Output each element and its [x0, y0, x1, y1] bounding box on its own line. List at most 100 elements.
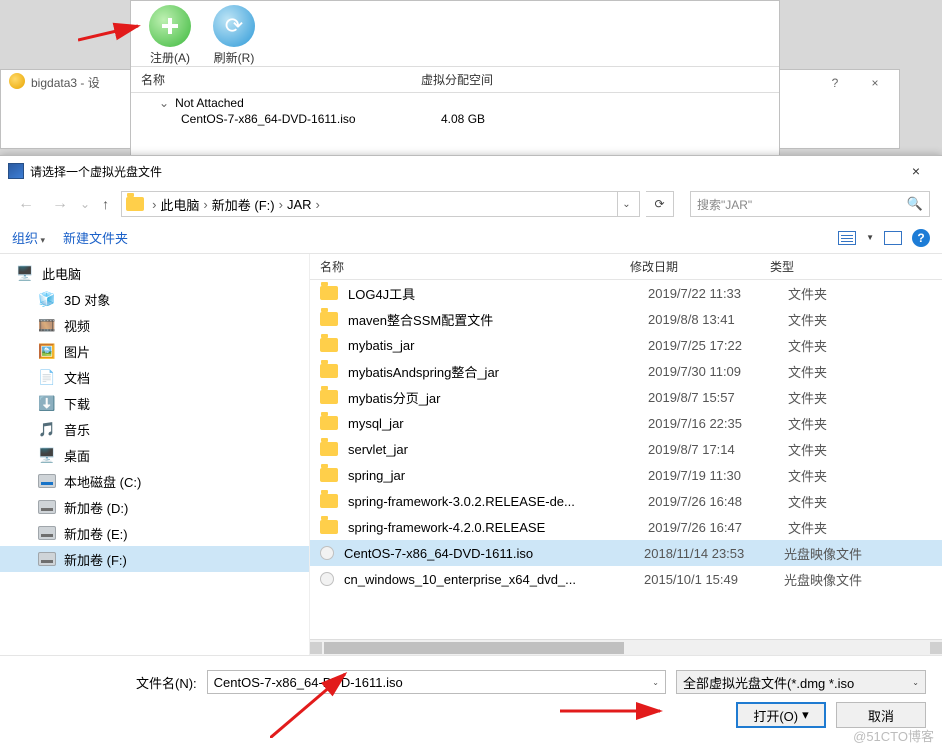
- folder-icon: [126, 197, 144, 211]
- app-icon: [9, 73, 25, 89]
- media-group[interactable]: ⌄ Not Attached: [141, 95, 769, 111]
- file-type: 文件夹: [788, 518, 908, 537]
- file-date: 2019/7/26 16:48: [648, 494, 788, 509]
- file-row[interactable]: spring-framework-3.0.2.RELEASE-de...2019…: [310, 488, 942, 514]
- dialog-close-button[interactable]: ×: [898, 160, 934, 182]
- back-button[interactable]: ←: [12, 191, 40, 217]
- music-icon: [38, 420, 56, 438]
- col-date[interactable]: 修改日期: [630, 258, 770, 275]
- file-name: maven整合SSM配置文件: [348, 310, 648, 329]
- file-row[interactable]: cn_windows_10_enterprise_x64_dvd_...2015…: [310, 566, 942, 592]
- chevron-icon: ›: [199, 197, 211, 212]
- nav-disk-e[interactable]: 新加卷 (E:): [0, 520, 309, 546]
- nav-label: 视频: [64, 316, 90, 335]
- folder-icon: [320, 390, 338, 404]
- file-row[interactable]: servlet_jar2019/8/7 17:14文件夹: [310, 436, 942, 462]
- media-item-name: CentOS-7-x86_64-DVD-1611.iso: [181, 112, 441, 126]
- folder-icon: [320, 364, 338, 378]
- disc-icon: [320, 572, 334, 586]
- file-name: CentOS-7-x86_64-DVD-1611.iso: [344, 546, 644, 561]
- file-row[interactable]: CentOS-7-x86_64-DVD-1611.iso2018/11/14 2…: [310, 540, 942, 566]
- col-name[interactable]: 名称: [320, 258, 630, 275]
- cancel-button[interactable]: 取消: [836, 702, 926, 728]
- refresh-button[interactable]: ⟳: [646, 191, 674, 217]
- file-name: LOG4J工具: [348, 284, 648, 303]
- help-button[interactable]: ?: [815, 72, 855, 94]
- nav-label: 3D 对象: [64, 290, 110, 309]
- refresh-button[interactable]: 刷新(R): [213, 5, 255, 66]
- file-name: mybatisAndspring整合_jar: [348, 362, 648, 381]
- nav-label: 新加卷 (D:): [64, 498, 128, 517]
- navigation-pane: 此电脑 3D 对象 视频 图片 文档 下载 音乐 桌面 本地磁盘 (C:) 新加…: [0, 254, 310, 655]
- desktop-icon: [38, 446, 56, 464]
- scrollbar-thumb[interactable]: [324, 642, 624, 654]
- col-type[interactable]: 类型: [770, 258, 890, 275]
- nav-pictures[interactable]: 图片: [0, 338, 309, 364]
- dropdown-icon: ⌄: [652, 678, 659, 687]
- file-date: 2019/7/19 11:30: [648, 468, 788, 483]
- folder-icon: [320, 494, 338, 508]
- col-name: 名称: [141, 71, 421, 88]
- organize-menu[interactable]: 组织: [12, 228, 45, 247]
- file-type: 文件夹: [788, 414, 908, 433]
- file-name: mybatis分页_jar: [348, 388, 648, 407]
- folder-icon: [320, 286, 338, 300]
- path-seg-drive[interactable]: 新加卷 (F:): [212, 195, 275, 214]
- nav-disk-d[interactable]: 新加卷 (D:): [0, 494, 309, 520]
- cube-icon: [38, 290, 56, 308]
- nav-documents[interactable]: 文档: [0, 364, 309, 390]
- nav-label: 音乐: [64, 420, 90, 439]
- up-button[interactable]: ↑: [96, 192, 115, 216]
- path-dropdown[interactable]: ⌄: [617, 192, 635, 216]
- file-type: 文件夹: [788, 440, 908, 459]
- path-seg-pc[interactable]: 此电脑: [160, 195, 199, 214]
- nav-music[interactable]: 音乐: [0, 416, 309, 442]
- nav-disk-c[interactable]: 本地磁盘 (C:): [0, 468, 309, 494]
- file-row[interactable]: mybatis_jar2019/7/25 17:22文件夹: [310, 332, 942, 358]
- filename-value: CentOS-7-x86_64-DVD-1611.iso: [214, 675, 403, 690]
- filename-input[interactable]: CentOS-7-x86_64-DVD-1611.iso ⌄: [207, 670, 666, 694]
- folder-icon: [320, 520, 338, 534]
- help-icon[interactable]: ?: [912, 229, 930, 247]
- nav-videos[interactable]: 视频: [0, 312, 309, 338]
- file-type: 文件夹: [788, 466, 908, 485]
- nav-3d-objects[interactable]: 3D 对象: [0, 286, 309, 312]
- nav-disk-f[interactable]: 新加卷 (F:): [0, 546, 309, 572]
- nav-this-pc[interactable]: 此电脑: [0, 260, 309, 286]
- file-type: 文件夹: [788, 388, 908, 407]
- search-icon: 🔍: [907, 196, 923, 212]
- path-seg-folder[interactable]: JAR: [287, 197, 312, 212]
- file-row[interactable]: spring_jar2019/7/19 11:30文件夹: [310, 462, 942, 488]
- new-folder-button[interactable]: 新建文件夹: [63, 228, 128, 247]
- nav-label: 文档: [64, 368, 90, 387]
- file-row[interactable]: LOG4J工具2019/7/22 11:33文件夹: [310, 280, 942, 306]
- nav-downloads[interactable]: 下载: [0, 390, 309, 416]
- file-row[interactable]: spring-framework-4.2.0.RELEASE2019/7/26 …: [310, 514, 942, 540]
- file-date: 2019/8/8 13:41: [648, 312, 788, 327]
- dropdown-icon: ▼: [866, 233, 874, 242]
- horizontal-scrollbar[interactable]: [310, 639, 942, 655]
- file-name: mysql_jar: [348, 416, 648, 431]
- close-button[interactable]: ×: [855, 72, 895, 94]
- file-row[interactable]: mybatisAndspring整合_jar2019/7/30 11:09文件夹: [310, 358, 942, 384]
- search-input[interactable]: 搜索"JAR" 🔍: [690, 191, 930, 217]
- forward-button[interactable]: →: [46, 191, 74, 217]
- file-row[interactable]: maven整合SSM配置文件2019/8/8 13:41文件夹: [310, 306, 942, 332]
- file-row[interactable]: mysql_jar2019/7/16 22:35文件夹: [310, 410, 942, 436]
- nav-desktop[interactable]: 桌面: [0, 442, 309, 468]
- filetype-filter[interactable]: 全部虚拟光盘文件(*.dmg *.iso ⌄: [676, 670, 926, 694]
- history-dropdown[interactable]: ⌄: [80, 197, 90, 211]
- folder-icon: [320, 468, 338, 482]
- breadcrumb[interactable]: ›此电脑 ›新加卷 (F:) ›JAR› ⌄: [121, 191, 640, 217]
- watermark: @51CTO博客: [853, 726, 934, 745]
- file-type: 文件夹: [788, 310, 908, 329]
- file-row[interactable]: mybatis分页_jar2019/8/7 15:57文件夹: [310, 384, 942, 410]
- nav-label: 图片: [64, 342, 90, 361]
- view-details-button[interactable]: [838, 231, 856, 245]
- folder-icon: [320, 338, 338, 352]
- view-preview-button[interactable]: [884, 231, 902, 245]
- open-button[interactable]: 打开(O) ▾: [736, 702, 826, 728]
- folder-icon: [320, 312, 338, 326]
- media-item[interactable]: CentOS-7-x86_64-DVD-1611.iso 4.08 GB: [141, 111, 769, 127]
- register-button[interactable]: 注册(A): [149, 5, 191, 66]
